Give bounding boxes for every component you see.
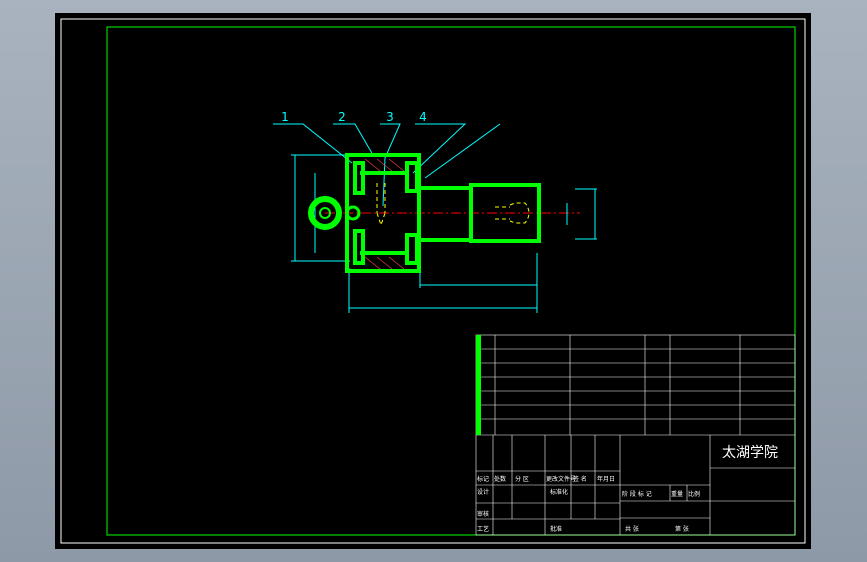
outer-border [60, 18, 806, 544]
tb-sheets-total: 共 张 [625, 525, 639, 533]
tb-mark-6: 年月日 [597, 475, 615, 483]
tb-mark-1: 标记 [477, 475, 489, 483]
tb-mark-5: 签 名 [573, 475, 587, 483]
tb-designer: 设计 [477, 488, 489, 496]
dimension-lines [291, 154, 597, 313]
drawing-sheet: 1 2 3 4 标记 处数 分 区 更改文件号 签 名 年月日 设计 标准化 阶… [55, 13, 811, 549]
title-block [475, 334, 796, 536]
tb-standardization: 标准化 [550, 488, 568, 496]
leader-label-4: 4 [419, 110, 427, 124]
tb-stage-marks: 阶 段 标 记 [622, 490, 652, 498]
tb-mark-2: 处数 [494, 475, 506, 483]
leader-label-2: 2 [338, 110, 346, 124]
tb-review: 审核 [477, 510, 489, 518]
cad-drawing: 1 2 3 4 标记 处数 分 区 更改文件号 签 名 年月日 设计 标准化 阶… [60, 18, 806, 544]
leader-lines [273, 123, 501, 207]
tb-process: 工艺 [477, 525, 489, 533]
tb-mark-4: 更改文件号 [546, 475, 576, 483]
tb-scale: 比例 [688, 490, 700, 498]
tb-school-name: 太湖学院 [722, 445, 778, 461]
leader-label-3: 3 [386, 110, 394, 124]
title-block-marker [476, 335, 481, 435]
tb-sheet-no: 第 张 [675, 525, 689, 533]
tb-approve: 批准 [550, 525, 562, 533]
inner-frame [106, 26, 796, 536]
tb-mark-3: 分 区 [515, 475, 529, 483]
leader-label-1: 1 [281, 110, 289, 124]
tb-weight: 重量 [671, 490, 683, 498]
